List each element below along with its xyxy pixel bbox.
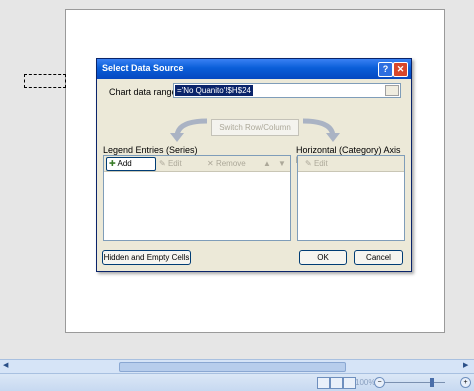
hidden-empty-cells-button[interactable]: Hidden and Empty Cells bbox=[102, 250, 191, 265]
legend-entries-list[interactable]: ✚ Add ✎ Edit ✕ Remove ▲ ▼ bbox=[103, 155, 291, 241]
curved-arrow-left-icon bbox=[170, 118, 208, 142]
zoom-out-icon[interactable]: − bbox=[374, 377, 385, 388]
select-data-source-dialog: Select Data Source ? ✕ Chart data range:… bbox=[96, 58, 412, 272]
zoom-in-icon[interactable]: + bbox=[460, 377, 471, 388]
legend-toolbar: ✚ Add ✎ Edit ✕ Remove ▲ ▼ bbox=[104, 156, 290, 172]
scroll-right-icon[interactable]: ▶ bbox=[463, 361, 468, 369]
curved-arrow-right-icon bbox=[302, 118, 340, 142]
chart-data-range-label: Chart data range: bbox=[109, 87, 180, 97]
horizontal-scrollbar[interactable]: ◀ ▶ bbox=[0, 359, 474, 373]
normal-view-icon[interactable] bbox=[317, 377, 330, 389]
close-button[interactable]: ✕ bbox=[393, 62, 408, 77]
cancel-button[interactable]: Cancel bbox=[354, 250, 403, 265]
remove-series-button[interactable]: ✕ Remove bbox=[204, 157, 260, 171]
help-button[interactable]: ? bbox=[378, 62, 393, 77]
add-series-button[interactable]: ✚ Add bbox=[106, 157, 156, 171]
move-down-button[interactable]: ▼ bbox=[274, 157, 290, 171]
dialog-titlebar[interactable]: Select Data Source ? ✕ bbox=[97, 59, 411, 79]
zoom-slider-track[interactable] bbox=[385, 382, 445, 383]
zoom-level[interactable]: 100% bbox=[355, 378, 375, 387]
axis-labels-list[interactable]: ✎ Edit bbox=[297, 155, 405, 241]
dialog-title: Select Data Source bbox=[102, 63, 184, 73]
scroll-thumb[interactable] bbox=[119, 362, 346, 372]
legend-entries-label: Legend Entries (Series) bbox=[103, 145, 198, 155]
range-picker-icon[interactable] bbox=[385, 85, 399, 96]
edit-series-button[interactable]: ✎ Edit bbox=[156, 157, 204, 171]
remove-label: Remove bbox=[215, 159, 246, 168]
page-layout-view-icon[interactable] bbox=[330, 377, 343, 389]
chart-data-range-value: ='No Quanito'!$H$24 bbox=[175, 85, 253, 96]
status-bar: 100% − + bbox=[0, 373, 474, 391]
zoom-slider-thumb[interactable] bbox=[430, 378, 434, 387]
remove-icon: ✕ bbox=[207, 159, 216, 168]
chart-data-range-input[interactable]: ='No Quanito'!$H$24 bbox=[173, 83, 401, 98]
copy-marquee bbox=[24, 74, 66, 88]
move-up-button[interactable]: ▲ bbox=[259, 157, 275, 171]
edit-label: Edit bbox=[167, 159, 182, 168]
edit-icon: ✎ bbox=[159, 159, 168, 168]
switch-row-column-button[interactable]: Switch Row/Column bbox=[211, 119, 299, 136]
edit-axis-labels-button[interactable]: ✎ Edit bbox=[302, 157, 350, 171]
scroll-left-icon[interactable]: ◀ bbox=[3, 361, 8, 369]
edit-icon: ✎ bbox=[305, 159, 314, 168]
ok-button[interactable]: OK bbox=[299, 250, 347, 265]
edit-label: Edit bbox=[313, 159, 328, 168]
add-label: Add bbox=[117, 159, 132, 168]
axis-toolbar: ✎ Edit bbox=[298, 156, 404, 172]
